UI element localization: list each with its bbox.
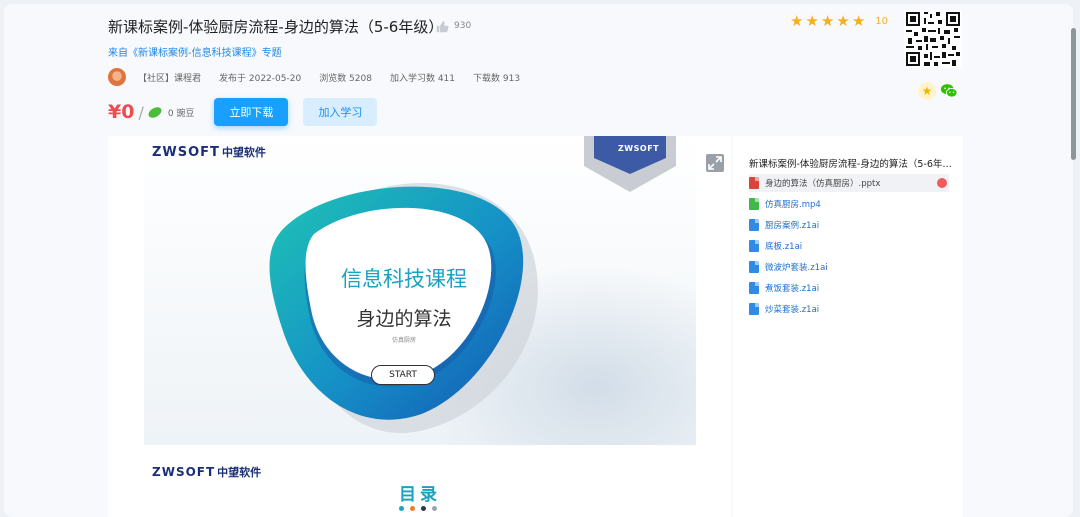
decorative-dots xyxy=(399,506,437,511)
dot xyxy=(421,506,426,511)
slide-contents: ZWSOFT 中望软件 目录 xyxy=(144,458,696,517)
share-actions: ★ xyxy=(918,82,958,100)
star-icon[interactable]: ★ xyxy=(836,14,849,29)
like-count: 930 xyxy=(454,21,472,31)
z1ai-file-icon xyxy=(749,303,759,315)
z1ai-file-icon xyxy=(749,219,759,231)
file-item[interactable]: 身边的算法（仿真厨房）.pptx xyxy=(749,174,949,192)
z1ai-file-icon xyxy=(749,261,759,273)
slide-title: 信息科技课程 xyxy=(341,267,467,291)
file-item[interactable]: 炒菜套装.z1ai xyxy=(749,300,949,318)
contents-title: 目录 xyxy=(399,485,441,505)
price: ¥0 xyxy=(108,101,135,123)
file-item[interactable]: 微波炉套装.z1ai xyxy=(749,258,949,276)
like-button[interactable]: 930 xyxy=(436,14,480,38)
view-count: 浏览数 5208 xyxy=(319,73,372,84)
bean-price: 0 豌豆 xyxy=(167,108,195,119)
z1ai-file-icon xyxy=(749,240,759,252)
wechat-icon[interactable] xyxy=(940,82,958,100)
file-list-title: 新课标案例-体验厨房流程-身边的算法（5-6年级） xyxy=(749,159,955,170)
z1ai-file-icon xyxy=(749,282,759,294)
meta-row: 【社区】课程君 发布于 2022-05-20 浏览数 5208 加入学习数 41… xyxy=(108,68,538,86)
file-list-panel: 新课标案例-体验厨房流程-身边的算法（5-6年级） 身边的算法（仿真厨房）.pp… xyxy=(733,136,963,517)
file-name: 炒菜套装.z1ai xyxy=(765,305,820,315)
file-name: 仿真厨房.mp4 xyxy=(765,200,821,210)
favorite-star-icon[interactable]: ★ xyxy=(918,82,936,100)
file-name: 煮饭套装.z1ai xyxy=(765,284,820,294)
thumbs-up-icon xyxy=(436,20,449,32)
file-name: 身边的算法（仿真厨房）.pptx xyxy=(765,179,881,189)
join-learning-button[interactable]: 加入学习 xyxy=(303,98,378,126)
file-item[interactable]: 底板.z1ai xyxy=(749,237,949,255)
price-separator: / xyxy=(138,102,144,122)
slide-cover: ZWSOFT 中望软件 ZWSOFT 信息科技课程 身边的算法 仿真厨房 STA… xyxy=(144,136,696,445)
star-rating[interactable]: ★ ★ ★ ★ ★ 10 xyxy=(790,14,888,29)
star-icon[interactable]: ★ xyxy=(805,14,818,29)
start-button[interactable]: START xyxy=(371,365,435,385)
price-row: ¥0 / 0 豌豆 立即下载 加入学习 xyxy=(108,96,378,128)
document-preview[interactable]: ZWSOFT 中望软件 ZWSOFT 信息科技课程 身边的算法 仿真厨房 STA… xyxy=(108,136,731,517)
download-count: 下载数 913 xyxy=(473,73,521,84)
page-scrollbar[interactable] xyxy=(1071,28,1076,160)
star-icon[interactable]: ★ xyxy=(852,14,865,29)
corner-badge-logo: ZWSOFT xyxy=(618,144,660,153)
pptx-file-icon xyxy=(749,177,759,189)
dot xyxy=(410,506,415,511)
zwsoft-logo: ZWSOFT 中望软件 xyxy=(152,145,266,160)
file-item[interactable]: 煮饭套装.z1ai xyxy=(749,279,949,297)
file-name: 厨房案例.z1ai xyxy=(765,221,820,231)
dot xyxy=(399,506,404,511)
qr-code-image xyxy=(904,10,962,68)
slide-subtitle: 身边的算法 xyxy=(356,308,452,330)
rating-score: 10 xyxy=(875,16,888,27)
source-topic-link[interactable]: 来自《新课标案例-信息科技课程》专题 xyxy=(108,44,282,59)
star-icon[interactable]: ★ xyxy=(790,14,803,29)
bean-icon xyxy=(146,104,164,120)
resource-card: 新课标案例-体验厨房流程-身边的算法（5-6年级） 930 来自《新课标案例-信… xyxy=(4,4,1073,517)
active-indicator-dot xyxy=(937,178,947,188)
avatar[interactable] xyxy=(108,68,126,86)
file-name: 底板.z1ai xyxy=(765,242,803,252)
expand-icon[interactable] xyxy=(706,154,724,172)
join-count: 加入学习数 411 xyxy=(389,73,455,84)
file-name: 微波炉套装.z1ai xyxy=(765,263,828,273)
slide-emblem: 信息科技课程 身边的算法 仿真厨房 START xyxy=(254,168,554,436)
slide-caption: 仿真厨房 xyxy=(391,337,416,344)
file-item[interactable]: 仿真厨房.mp4 xyxy=(749,195,949,213)
dot xyxy=(432,506,437,511)
star-icon[interactable]: ★ xyxy=(821,14,834,29)
download-button[interactable]: 立即下载 xyxy=(214,98,289,126)
page-title: 新课标案例-体验厨房流程-身边的算法（5-6年级） xyxy=(108,18,444,36)
video-file-icon xyxy=(749,198,759,210)
author-name[interactable]: 【社区】课程君 xyxy=(138,71,201,84)
emblem-shape xyxy=(269,182,538,434)
publish-date: 发布于 2022-05-20 xyxy=(219,73,302,84)
file-item[interactable]: 厨房案例.z1ai xyxy=(749,216,949,234)
zwsoft-logo: ZWSOFT 中望软件 xyxy=(152,465,262,479)
